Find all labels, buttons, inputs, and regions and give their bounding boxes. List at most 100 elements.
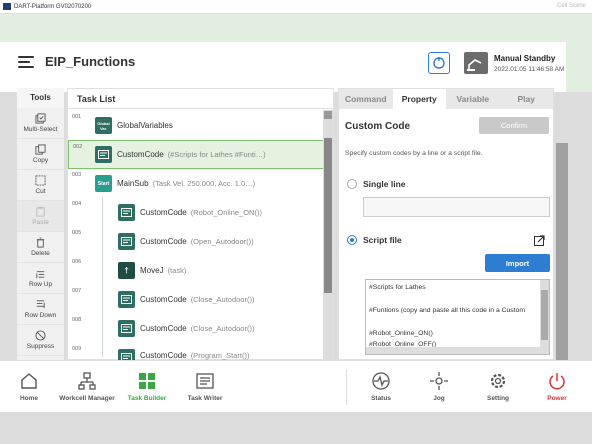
single-line-input[interactable]: [363, 197, 550, 217]
single-line-radio[interactable]: [347, 179, 357, 189]
tool-label: Multi-Select: [23, 126, 58, 133]
task-param: (task): [167, 266, 187, 275]
multi-select-button[interactable]: Multi-Select: [17, 108, 64, 139]
paste-button[interactable]: Paste: [17, 201, 64, 232]
script-file-label: Script file: [363, 235, 402, 245]
row-number: 008: [72, 317, 82, 323]
code-line: #Funtions (copy and paste all this code …: [369, 307, 526, 314]
nav-label: Status: [371, 395, 391, 402]
task-row-003[interactable]: 003 Start MainSub (Task Vel. 250.000, Ac…: [68, 169, 323, 198]
row-down-button[interactable]: Row Down: [17, 294, 64, 325]
tool-label: Paste: [32, 219, 49, 226]
task-name: CustomCode: [117, 150, 164, 159]
import-button[interactable]: Import: [485, 254, 550, 272]
nav-label: Jog: [433, 395, 445, 402]
global-variables-icon: Global Var.: [95, 117, 112, 134]
task-row-008[interactable]: 008 CustomCode (Close_Autodoor()): [68, 314, 323, 343]
nav-task-writer[interactable]: Task Writer: [178, 371, 232, 402]
task-list-panel: Task List 001 Global Var. GlobalVariable…: [67, 88, 334, 361]
nav-workcell-manager[interactable]: Workcell Manager: [59, 371, 115, 402]
task-row-001[interactable]: 001 Global Var. GlobalVariables: [68, 111, 323, 140]
tab-play[interactable]: Play: [500, 89, 554, 109]
workcell-icon: [78, 372, 96, 390]
status-icon: [372, 372, 390, 390]
code-line: #Scripts for Lathes: [369, 284, 426, 291]
tools-title: Tools: [17, 88, 64, 108]
robot-status-mode: Manual Standby: [494, 54, 556, 63]
tool-label: Row Down: [24, 312, 57, 319]
confirm-button[interactable]: Confirm: [479, 117, 549, 134]
jog-icon: [430, 372, 448, 390]
script-file-radio[interactable]: [347, 235, 357, 245]
task-row-006[interactable]: 006 † MoveJ (task): [68, 256, 323, 285]
task-writer-icon: [196, 373, 214, 389]
copy-button[interactable]: Copy: [17, 139, 64, 170]
nav-setting[interactable]: Setting: [471, 371, 525, 402]
tool-label: Cut: [35, 188, 46, 195]
single-line-label: Single line: [363, 179, 406, 189]
nav-power[interactable]: Power: [530, 371, 584, 402]
task-name: GlobalVariables: [117, 121, 173, 130]
task-row-005[interactable]: 005 CustomCode (Open_Autodoor()): [68, 227, 323, 256]
bottom-navigation: Home Workcell Manager Task Builder Task …: [0, 360, 592, 412]
row-number: 002: [73, 144, 83, 150]
start-icon: Start: [95, 175, 112, 192]
nav-label: Power: [547, 395, 567, 402]
task-param: (Program_Start()): [190, 350, 250, 360]
task-param: (#Scripts for Lathes #Funti…): [167, 150, 266, 159]
task-param: (Open_Autodoor()): [190, 237, 254, 246]
property-panel: Command Property Variable Play Custom Co…: [338, 88, 554, 360]
row-up-button[interactable]: Row Up: [17, 263, 64, 294]
scroll-up-arrow[interactable]: [324, 111, 332, 119]
task-row-004[interactable]: 004 CustomCode (Robot_Online_ON()): [68, 198, 323, 227]
row-number: 005: [72, 230, 82, 236]
tab-property[interactable]: Property: [392, 89, 446, 109]
task-list-scrollbar[interactable]: [323, 110, 333, 360]
task-param: (Close_Autodoor()): [190, 324, 255, 333]
task-name: MainSub: [117, 179, 149, 188]
window-titlebar: DART-Platform GV02070200 Cell Scene: [0, 0, 592, 14]
robot-home-button[interactable]: [428, 52, 450, 74]
row-number: 003: [72, 172, 82, 178]
nav-home[interactable]: Home: [2, 371, 56, 402]
task-name: CustomCode: [140, 237, 187, 246]
task-row-009[interactable]: 009 CustomCode (Program_Start()): [68, 343, 323, 361]
task-param: (Close_Autodoor()): [190, 295, 255, 304]
nav-jog[interactable]: Jog: [412, 371, 466, 402]
task-param: (Robot_Online_ON()): [190, 208, 262, 217]
code-horizontal-scrollbar[interactable]: [366, 347, 542, 354]
task-name: CustomCode: [140, 295, 187, 304]
footer-margin: [0, 412, 592, 444]
custom-code-icon: [95, 146, 112, 163]
tab-variable[interactable]: Variable: [446, 89, 500, 109]
panel-scrollbar[interactable]: [556, 143, 568, 360]
row-down-icon: [36, 300, 45, 309]
script-code-textarea[interactable]: #Scripts for Lathes #Funtions (copy and …: [365, 279, 550, 355]
panel-tabs: Command Property Variable Play: [339, 89, 553, 109]
custom-code-icon: [118, 204, 135, 221]
task-name: MoveJ: [140, 266, 164, 275]
nav-status[interactable]: Status: [354, 371, 408, 402]
task-name: CustomCode: [140, 208, 187, 217]
tool-label: Suppress: [26, 343, 55, 350]
task-row-007[interactable]: 007 CustomCode (Close_Autodoor()): [68, 285, 323, 314]
cut-button[interactable]: Cut: [17, 170, 64, 201]
nav-task-builder[interactable]: Task Builder: [120, 371, 174, 402]
robot-avatar: [464, 52, 488, 74]
home-icon: [21, 373, 37, 389]
scroll-thumb[interactable]: [324, 138, 332, 293]
movej-icon: †: [118, 262, 135, 279]
tool-label: Row Up: [28, 281, 53, 288]
custom-code-icon: [118, 233, 135, 250]
suppress-button[interactable]: Suppress: [17, 325, 64, 356]
code-vertical-scrollbar[interactable]: [540, 280, 549, 354]
hamburger-menu-icon[interactable]: [18, 56, 34, 68]
tab-command[interactable]: Command: [339, 89, 393, 109]
task-row-002-selected[interactable]: 002 CustomCode (#Scripts for Lathes #Fun…: [68, 140, 324, 169]
nav-label: Setting: [486, 395, 510, 402]
expand-external-icon[interactable]: [534, 235, 545, 246]
delete-button[interactable]: Delete: [17, 232, 64, 263]
panel-description: Specify custom codes by a line or a scri…: [345, 150, 483, 157]
ghost-window-text: Cell Scene: [556, 3, 586, 9]
panel-heading: Custom Code: [345, 121, 410, 132]
